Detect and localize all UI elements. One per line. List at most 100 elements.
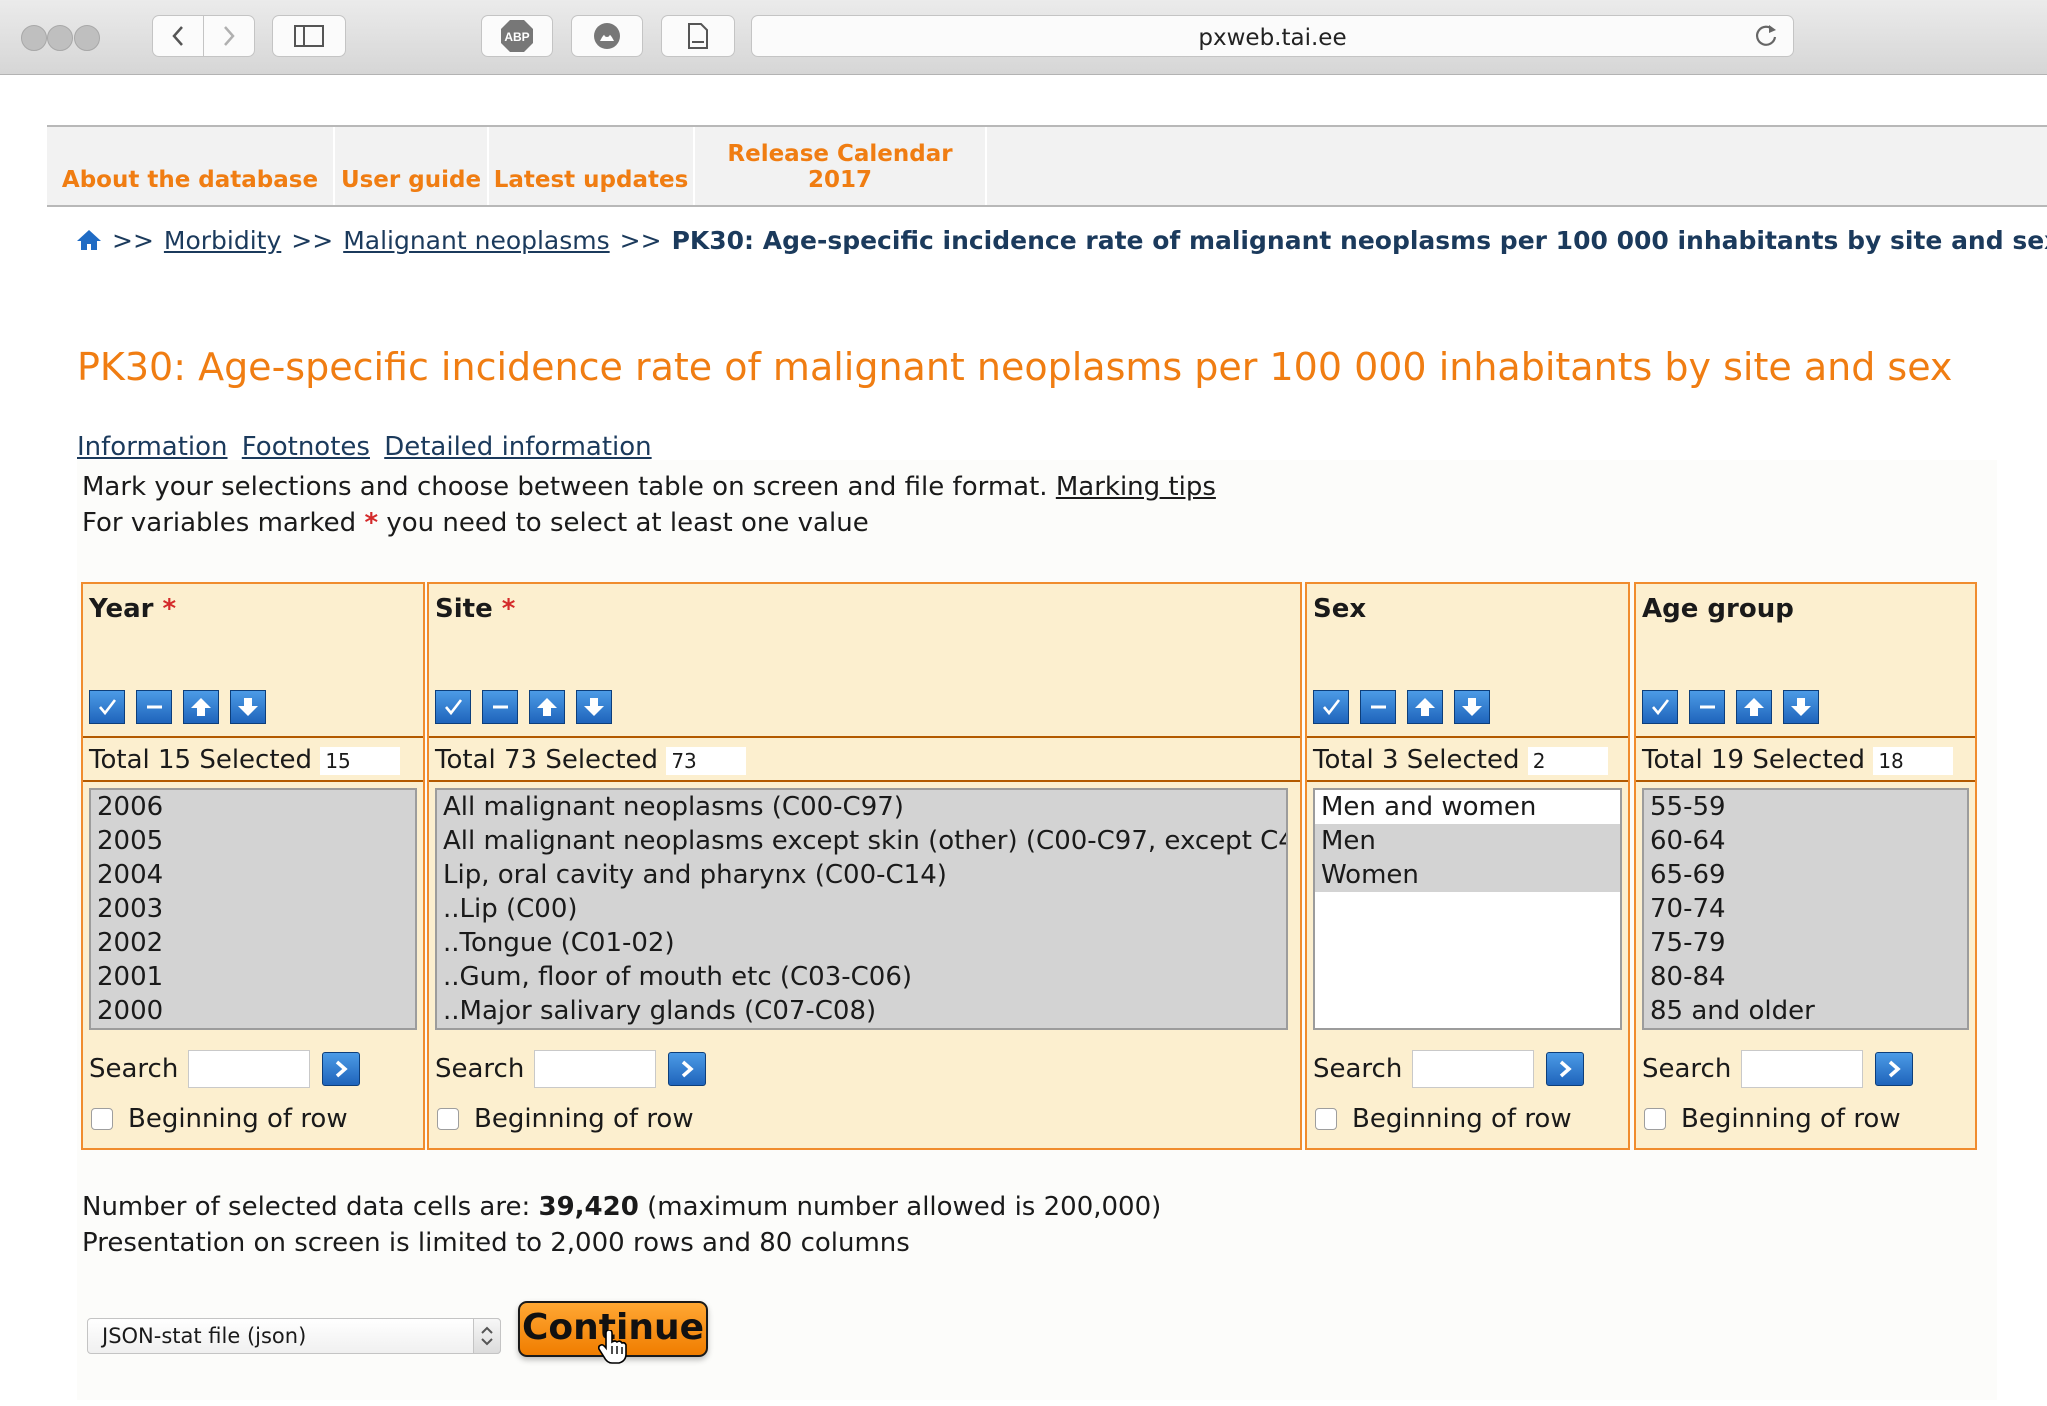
list-option[interactable]: 2001 (91, 960, 415, 994)
variable-box-year: Year * Total 15 Selected 15 2006 2005 2004… (81, 582, 425, 1150)
nav-item-about[interactable]: About the database (47, 127, 335, 205)
list-option[interactable]: 80-84 (1644, 960, 1967, 994)
value-listbox[interactable]: 2006 2005 2004 2003 2002 2001 2000 (89, 788, 417, 1030)
list-option[interactable]: 2006 (91, 790, 415, 824)
sort-ascending-button[interactable] (1736, 690, 1772, 724)
list-option[interactable]: ..Gum, floor of mouth etc (C03-C06) (437, 960, 1286, 994)
deselect-all-button[interactable] (1689, 690, 1725, 724)
adblock-icon: ABP (501, 20, 533, 52)
deselect-all-button[interactable] (482, 690, 518, 724)
select-all-button[interactable] (89, 690, 125, 724)
selected-count: 73 (666, 746, 747, 775)
select-all-button[interactable] (1642, 690, 1678, 724)
list-option[interactable]: 2002 (91, 926, 415, 960)
list-option[interactable]: All malignant neoplasms except skin (oth… (437, 824, 1286, 858)
value-listbox[interactable]: All malignant neoplasms (C00-C97) All mal… (435, 788, 1288, 1030)
breadcrumb-link-morbidity[interactable]: Morbidity (164, 226, 281, 255)
list-option[interactable]: All malignant neoplasms (C00-C97) (437, 790, 1286, 824)
variable-actions (435, 690, 623, 724)
list-option[interactable]: 2000 (91, 994, 415, 1028)
search-input[interactable] (1741, 1050, 1863, 1088)
beginning-of-row-checkbox[interactable] (1644, 1108, 1666, 1130)
information-link[interactable]: Information (77, 432, 228, 462)
reader-button[interactable] (661, 15, 735, 57)
nav-item-user-guide[interactable]: User guide (335, 127, 489, 205)
list-option[interactable]: Men (1315, 824, 1620, 858)
list-option[interactable]: Men and women (1315, 790, 1620, 824)
search-input[interactable] (534, 1050, 656, 1088)
list-option[interactable]: 2004 (91, 858, 415, 892)
list-option[interactable]: ..Lip (C00) (437, 892, 1286, 926)
list-option[interactable]: 70-74 (1644, 892, 1967, 926)
search-input[interactable] (1412, 1050, 1534, 1088)
select-all-button[interactable] (1313, 690, 1349, 724)
list-option[interactable]: Lip, oral cavity and pharynx (C00-C14) (437, 858, 1286, 892)
home-icon[interactable] (76, 229, 102, 251)
deselect-all-button[interactable] (1360, 690, 1396, 724)
variable-box-sex: Sex Total 3 Selected 2 Men and women Men W… (1305, 582, 1630, 1150)
list-option[interactable]: 85 and older (1644, 994, 1967, 1028)
variable-title: Year * (89, 594, 176, 624)
sort-descending-button[interactable] (576, 690, 612, 724)
forward-button[interactable] (203, 15, 255, 57)
beginning-of-row-checkbox[interactable] (1315, 1108, 1337, 1130)
back-button[interactable] (152, 15, 204, 57)
totals-label: Total 19 Selected (1642, 745, 1866, 775)
minimize-window-button[interactable] (47, 25, 73, 51)
sidebar-button[interactable] (272, 15, 346, 57)
zoom-window-button[interactable] (74, 25, 100, 51)
list-option[interactable]: 75-79 (1644, 926, 1967, 960)
search-go-button[interactable] (1875, 1052, 1913, 1086)
sort-descending-button[interactable] (230, 690, 266, 724)
nav-item-release-calendar[interactable]: Release Calendar 2017 (695, 127, 987, 205)
search-go-button[interactable] (668, 1052, 706, 1086)
value-listbox[interactable]: 55-59 60-64 65-69 70-74 75-79 80-84 85 and old… (1642, 788, 1969, 1030)
list-option[interactable]: 65-69 (1644, 858, 1967, 892)
arrow-right-icon (1559, 1060, 1572, 1078)
required-asterisk-icon: * (501, 594, 516, 624)
breadcrumb-current: PK30: Age-specific incidence rate of mal… (671, 226, 2047, 255)
close-window-button[interactable] (21, 25, 47, 51)
marking-tips-link[interactable]: Marking tips (1056, 472, 1216, 502)
variable-box-site: Site * Total 73 Selected 73 All malignan… (427, 582, 1302, 1150)
arrow-down-icon (238, 698, 258, 716)
list-option[interactable]: 55-59 (1644, 790, 1967, 824)
sort-ascending-button[interactable] (1407, 690, 1443, 724)
search-go-button[interactable] (322, 1052, 360, 1086)
list-option[interactable]: Women (1315, 858, 1620, 892)
reload-icon[interactable] (1753, 23, 1779, 49)
minus-icon (1700, 705, 1715, 709)
nav-item-label: Latest updates (493, 167, 689, 193)
detailed-information-link[interactable]: Detailed information (384, 432, 651, 462)
list-option[interactable]: ..Tongue (C01-02) (437, 926, 1286, 960)
list-option[interactable]: ..Major salivary glands (C07-C08) (437, 994, 1286, 1028)
address-bar[interactable]: pxweb.tai.ee (751, 15, 1794, 57)
sort-ascending-button[interactable] (529, 690, 565, 724)
adblock-button[interactable]: ABP (481, 15, 553, 57)
document-icon (688, 23, 708, 49)
sort-descending-button[interactable] (1454, 690, 1490, 724)
search-input[interactable] (188, 1050, 310, 1088)
sort-descending-button[interactable] (1783, 690, 1819, 724)
nav-item-latest-updates[interactable]: Latest updates (489, 127, 695, 205)
value-listbox[interactable]: Men and women Men Women (1313, 788, 1622, 1030)
select-all-button[interactable] (435, 690, 471, 724)
search-go-button[interactable] (1546, 1052, 1584, 1086)
list-option[interactable]: 2003 (91, 892, 415, 926)
breadcrumb-link-malignant-neoplasms[interactable]: Malignant neoplasms (343, 226, 609, 255)
beginning-of-row-checkbox[interactable] (437, 1108, 459, 1130)
arrow-right-icon (1888, 1060, 1901, 1078)
beginning-of-row-checkbox[interactable] (91, 1108, 113, 1130)
arrow-down-icon (1791, 698, 1811, 716)
list-option[interactable]: 60-64 (1644, 824, 1967, 858)
footnotes-link[interactable]: Footnotes (242, 432, 370, 462)
privacy-extension-button[interactable] (571, 15, 643, 57)
variable-totals: Total 3 Selected 2 (1307, 736, 1628, 782)
selected-count: 15 (320, 746, 401, 775)
selected-cells-summary: Number of selected data cells are: 39,42… (82, 1192, 1161, 1222)
output-format-select[interactable]: JSON-stat file (json) (87, 1318, 501, 1354)
deselect-all-button[interactable] (136, 690, 172, 724)
selected-count: 2 (1527, 746, 1608, 775)
list-option[interactable]: 2005 (91, 824, 415, 858)
sort-ascending-button[interactable] (183, 690, 219, 724)
